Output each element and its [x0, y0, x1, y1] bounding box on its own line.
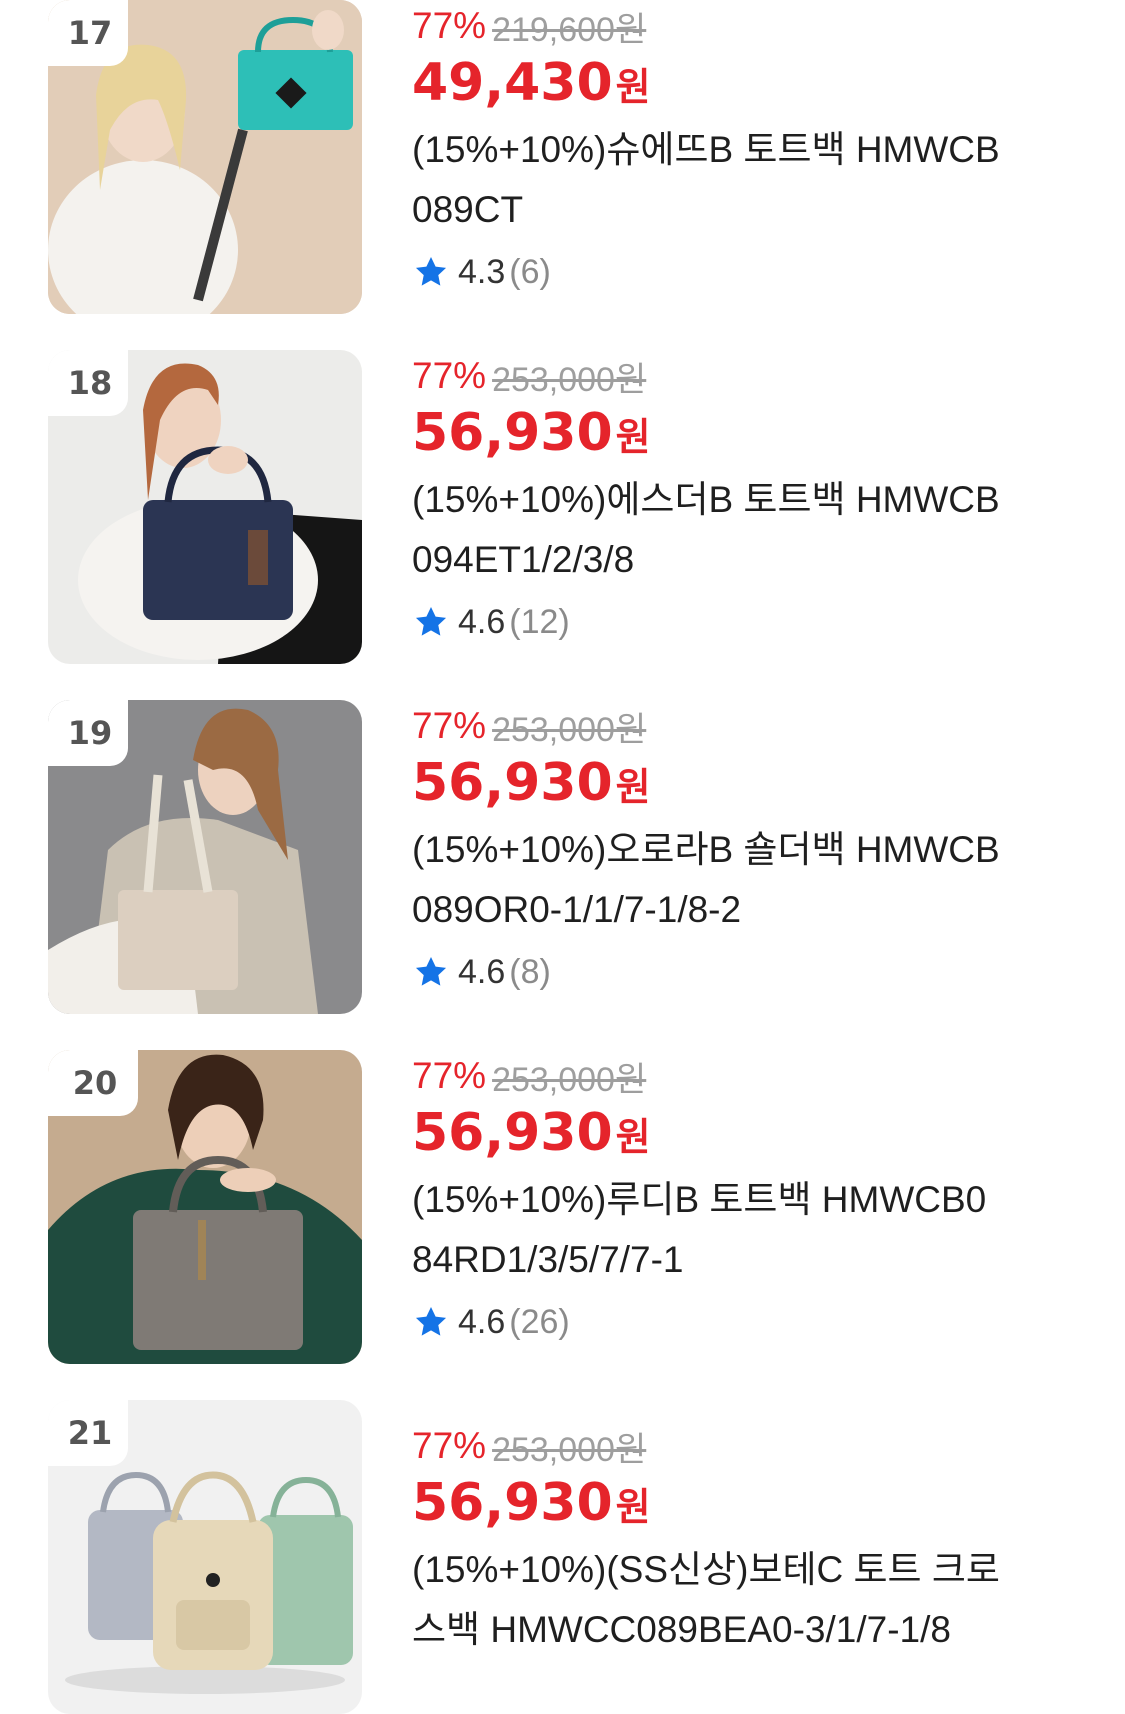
rating: 4.3 (6): [412, 244, 1082, 300]
original-price: 253,000원: [492, 710, 647, 749]
price-line: 77% 219,600원: [412, 0, 1082, 52]
product-name[interactable]: (15%+10%)에스더B 토트백 HMWCB 094ET1/2/3/8: [412, 470, 1082, 590]
sale-price: 56,930원: [412, 752, 1082, 814]
product-info: 77% 253,000원 56,930원 (15%+10%)에스더B 토트백 H…: [412, 350, 1082, 650]
rank-badge: 19: [48, 700, 128, 766]
currency-label: 원: [615, 65, 651, 109]
sale-price-value: 56,930: [412, 403, 613, 463]
currency-label: 원: [615, 1115, 651, 1159]
rating: 4.6 (12): [412, 594, 1082, 650]
original-price: 253,000원: [492, 1430, 647, 1469]
product-info: 77% 219,600원 49,430원 (15%+10%)슈에뜨B 토트백 H…: [412, 0, 1082, 300]
product-image[interactable]: 19: [48, 700, 362, 1014]
product-name[interactable]: (15%+10%)(SS신상)보테C 토트 크로 스백 HMWCC089BEA0…: [412, 1540, 1082, 1660]
rating: 4.6 (26): [412, 1294, 1082, 1350]
rank-badge: 21: [48, 1400, 128, 1466]
currency-label: 원: [615, 415, 651, 459]
sale-price-value: 56,930: [412, 1473, 613, 1533]
product-image[interactable]: 17: [48, 0, 362, 314]
product-info: 77% 253,000원 56,930원 (15%+10%)루디B 토트백 HM…: [412, 1050, 1082, 1350]
price-line: 77% 253,000원: [412, 700, 1082, 752]
sale-price-value: 56,930: [412, 1103, 613, 1163]
sale-price: 56,930원: [412, 1102, 1082, 1164]
star-icon: [415, 956, 447, 986]
discount-rate: 77%: [412, 705, 487, 746]
discount-rate: 77%: [412, 1055, 487, 1096]
sale-price: 56,930원: [412, 1472, 1082, 1534]
product-name[interactable]: (15%+10%)오로라B 숄더백 HMWCB 089OR0-1/1/7-1/8…: [412, 820, 1082, 940]
price-line: 77% 253,000원: [412, 1420, 1082, 1472]
discount-rate: 77%: [412, 1425, 487, 1466]
product-item[interactable]: 21 77% 253,000원 56,930원 (15%+10%)(SS신상)보…: [0, 1400, 1125, 1714]
product-item[interactable]: 17 77% 219,600원 49,430원 (15%+10%)슈에뜨B 토트…: [0, 0, 1125, 314]
product-image[interactable]: 20: [48, 1050, 362, 1364]
price-line: 77% 253,000원: [412, 1050, 1082, 1102]
rating-score: 4.6: [458, 602, 506, 641]
sale-price: 49,430원: [412, 52, 1082, 114]
product-info: 77% 253,000원 56,930원 (15%+10%)(SS신상)보테C …: [412, 1420, 1082, 1660]
star-icon: [415, 606, 447, 636]
product-image[interactable]: 18: [48, 350, 362, 664]
sale-price-value: 49,430: [412, 53, 613, 113]
product-image[interactable]: 21: [48, 1400, 362, 1714]
star-icon: [415, 256, 447, 286]
review-count: (6): [509, 252, 551, 291]
review-count: (8): [509, 952, 551, 991]
product-item[interactable]: 19 77% 253,000원 56,930원 (15%+10%)오로라B 숄더…: [0, 700, 1125, 1014]
rating: 4.6 (8): [412, 944, 1082, 1000]
price-line: 77% 253,000원: [412, 350, 1082, 402]
original-price: 253,000원: [492, 360, 647, 399]
product-item[interactable]: 20 77% 253,000원 56,930원 (15%+10%)루디B 토트백…: [0, 1050, 1125, 1364]
sale-price: 56,930원: [412, 402, 1082, 464]
product-item[interactable]: 18 77% 253,000원 56,930원 (15%+10%)에스더B 토트…: [0, 350, 1125, 664]
discount-rate: 77%: [412, 355, 487, 396]
original-price: 219,600원: [492, 10, 647, 49]
sale-price-value: 56,930: [412, 753, 613, 813]
currency-label: 원: [615, 765, 651, 809]
original-price: 253,000원: [492, 1060, 647, 1099]
product-name[interactable]: (15%+10%)루디B 토트백 HMWCB0 84RD1/3/5/7/7-1: [412, 1170, 1082, 1290]
product-info: 77% 253,000원 56,930원 (15%+10%)오로라B 숄더백 H…: [412, 700, 1082, 1000]
currency-label: 원: [615, 1485, 651, 1529]
rank-badge: 18: [48, 350, 128, 416]
rating-score: 4.3: [458, 252, 506, 291]
product-name[interactable]: (15%+10%)슈에뜨B 토트백 HMWCB 089CT: [412, 120, 1082, 240]
review-count: (26): [509, 1302, 570, 1341]
star-icon: [415, 1306, 447, 1336]
review-count: (12): [509, 602, 570, 641]
rank-badge: 20: [48, 1050, 138, 1116]
rating-score: 4.6: [458, 952, 506, 991]
discount-rate: 77%: [412, 5, 487, 46]
rank-badge: 17: [48, 0, 128, 66]
rating-score: 4.6: [458, 1302, 506, 1341]
